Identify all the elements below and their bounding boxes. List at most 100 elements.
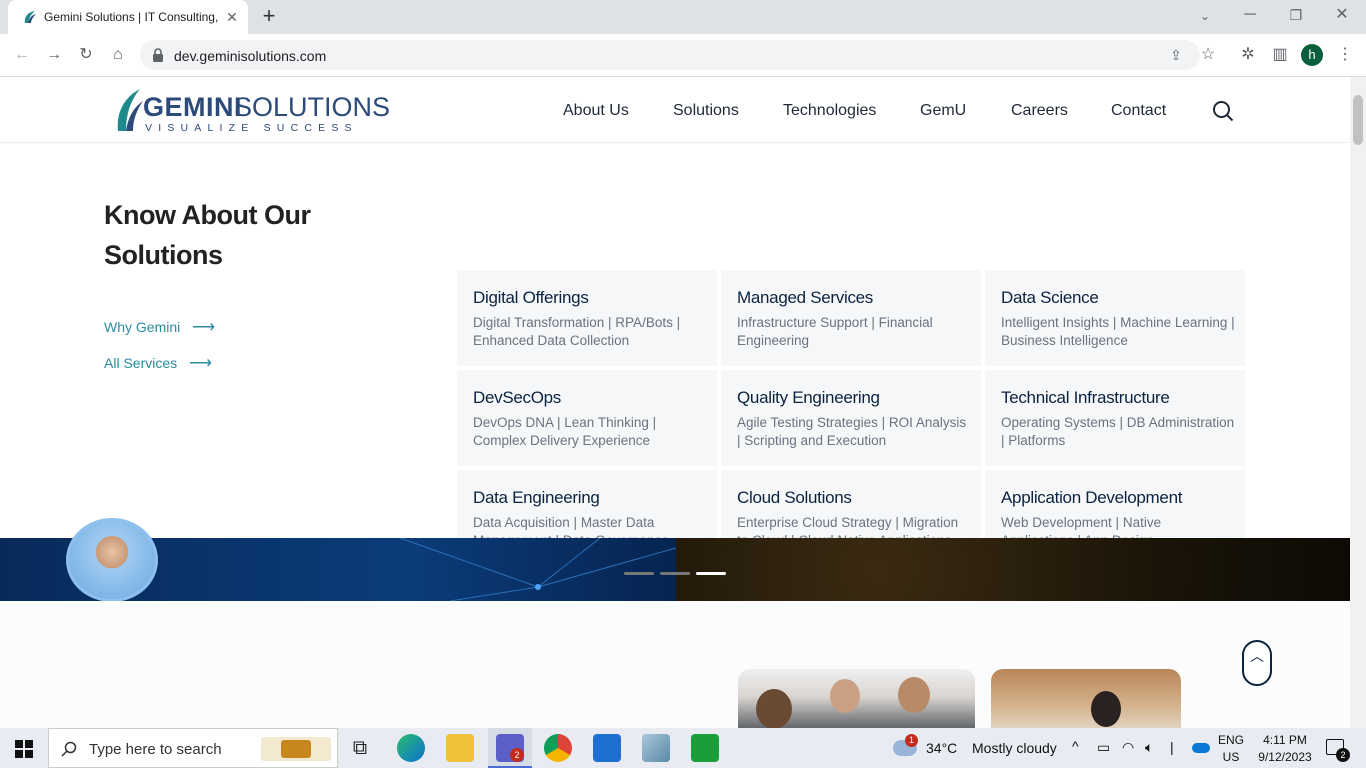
solution-card-data-science[interactable]: Data Science Intelligent Insights | Mach… — [985, 270, 1245, 366]
briefcase-icon — [281, 740, 311, 758]
close-tab-icon[interactable]: ✕ — [220, 7, 244, 27]
carousel-dot-3-active[interactable] — [696, 572, 726, 575]
solution-card-managed-services[interactable]: Managed Services Infrastructure Support … — [721, 270, 981, 366]
reload-icon[interactable]: ↻ — [74, 45, 98, 65]
edge-browser-icon[interactable] — [397, 734, 425, 762]
card-title: Data Science — [1001, 288, 1099, 307]
restore-icon[interactable]: ❐ — [1284, 5, 1308, 25]
logo-text-sub[interactable]: SOLUTIONS — [234, 92, 390, 123]
card-title: Data Engineering — [473, 488, 600, 507]
nav-about-us[interactable]: About Us — [563, 102, 629, 120]
clock[interactable]: 4:11 PM 9/12/2023 — [1254, 733, 1316, 764]
page-scrollbar[interactable] — [1350, 77, 1366, 728]
tab-search-chevron-down-icon[interactable]: ⌄ — [1193, 6, 1217, 26]
solution-card-quality-engineering[interactable]: Quality Engineering Agile Testing Strate… — [721, 370, 981, 466]
file-explorer-icon[interactable] — [446, 734, 474, 762]
card-description: Digital Transformation | RPA/Bots | Enha… — [473, 315, 681, 348]
weather-text[interactable]: Mostly cloudy — [972, 740, 1057, 756]
mega-menu-title: Know About Our Solutions — [104, 200, 311, 270]
app-note-icon[interactable] — [642, 734, 670, 762]
side-panel-icon[interactable]: ▥ — [1268, 45, 1292, 65]
language-indicator[interactable]: ENG US — [1218, 733, 1244, 764]
chrome-menu-icon[interactable]: ⋮ — [1333, 45, 1357, 65]
carousel-dot-1[interactable] — [624, 572, 654, 575]
browser-tab-bar: Gemini Solutions | IT Consulting, ✕ + ⌄ … — [0, 0, 1366, 34]
taskbar-search-box[interactable]: Type here to search — [48, 728, 338, 768]
card-description: DevOps DNA | Lean Thinking | Complex Del… — [473, 415, 657, 448]
nav-gemu[interactable]: GemU — [920, 102, 966, 120]
why-gemini-link[interactable]: Why Gemini ⟶ — [104, 317, 215, 337]
share-icon[interactable]: ⇪ — [1164, 45, 1188, 65]
new-tab-icon[interactable]: + — [257, 5, 281, 27]
wifi-icon[interactable]: ◠ — [1122, 739, 1134, 756]
back-arrow-icon[interactable]: ← — [10, 45, 34, 65]
lang-line-1: ENG — [1218, 733, 1245, 747]
extensions-puzzle-icon[interactable]: ✲ — [1236, 45, 1260, 65]
lower-section: ︿ — [0, 601, 1350, 728]
card-title: Application Development — [1001, 488, 1183, 507]
web-page: GEMINI SOLUTIONS VISUALIZE SUCCESS About… — [0, 77, 1350, 728]
site-favicon-icon — [24, 11, 36, 23]
search-icon[interactable] — [1212, 100, 1234, 122]
card-description: Intelligent Insights | Machine Learning … — [1001, 315, 1235, 348]
teams-badge: 2 — [510, 748, 524, 762]
scroll-to-top-button[interactable]: ︿ — [1242, 640, 1272, 686]
address-bar[interactable]: dev.geminisolutions.com ⇪ ☆ — [140, 40, 1215, 70]
testimonial-avatar — [66, 518, 158, 602]
windows-start-icon[interactable] — [15, 740, 33, 758]
home-icon[interactable]: ⌂ — [106, 45, 130, 65]
windows-taskbar: Type here to search ⧉ 2 1 34°C Mostly cl… — [0, 728, 1366, 768]
volume-icon[interactable]: 🔈︎ — [1145, 739, 1153, 756]
nav-careers[interactable]: Careers — [1011, 102, 1068, 120]
search-highlight-image — [261, 737, 331, 761]
person-head — [756, 689, 792, 728]
nav-solutions[interactable]: Solutions — [673, 102, 739, 120]
chevron-up-icon[interactable]: ^ — [1072, 738, 1079, 754]
card-description: Agile Testing Strategies | ROI Analysis … — [737, 415, 967, 448]
carousel-dot-2[interactable] — [660, 572, 690, 575]
card-title: Managed Services — [737, 288, 873, 307]
solutions-mega-menu: Know About Our Solutions Why Gemini ⟶ Al… — [0, 143, 1350, 566]
all-services-link[interactable]: All Services ⟶ — [104, 353, 212, 373]
profile-avatar[interactable]: h — [1301, 44, 1323, 66]
onedrive-icon[interactable] — [1192, 743, 1210, 753]
lock-icon — [153, 48, 163, 62]
teams-taskbar-item[interactable]: 2 — [488, 728, 532, 768]
tab-title: Gemini Solutions | IT Consulting, — [44, 10, 219, 24]
card-title: Technical Infrastructure — [1001, 388, 1170, 407]
bookmark-star-icon[interactable]: ☆ — [1196, 45, 1220, 65]
logo-tagline: VISUALIZE SUCCESS — [145, 122, 358, 134]
person-head — [898, 677, 930, 713]
person-head — [830, 679, 860, 713]
clock-time: 4:11 PM — [1263, 733, 1307, 747]
browser-tab[interactable]: Gemini Solutions | IT Consulting, ✕ — [8, 0, 248, 34]
solution-card-devsecops[interactable]: DevSecOps DevOps DNA | Lean Thinking | C… — [457, 370, 717, 466]
gemini-logo-leaf-icon[interactable] — [116, 87, 144, 133]
chrome-icon[interactable] — [544, 734, 572, 762]
microphone-icon[interactable]: | — [1170, 739, 1174, 755]
app-play-icon[interactable] — [691, 734, 719, 762]
close-window-icon[interactable]: ✕ — [1330, 5, 1354, 25]
chevron-up-icon: ︿ — [1250, 648, 1264, 664]
nav-contact[interactable]: Contact — [1111, 102, 1166, 120]
task-view-icon[interactable]: ⧉ — [346, 734, 374, 762]
taskbar-search-placeholder: Type here to search — [89, 741, 222, 758]
battery-icon[interactable]: ▭ — [1097, 739, 1110, 756]
solution-card-technical-infrastructure[interactable]: Technical Infrastructure Operating Syste… — [985, 370, 1245, 466]
search-icon — [61, 741, 77, 757]
person-head — [1091, 691, 1121, 727]
minimize-icon[interactable]: ─ — [1238, 5, 1262, 25]
scrollbar-thumb[interactable] — [1353, 95, 1363, 145]
arrow-right-icon: ⟶ — [192, 319, 216, 336]
nav-technologies[interactable]: Technologies — [783, 102, 876, 120]
logo-text-main[interactable]: GEMINI — [143, 92, 242, 123]
site-header: GEMINI SOLUTIONS VISUALIZE SUCCESS About… — [0, 77, 1350, 143]
weather-temp[interactable]: 34°C — [926, 740, 957, 756]
notification-badge: 2 — [1336, 748, 1350, 762]
card-title: DevSecOps — [473, 388, 562, 407]
forward-arrow-icon[interactable]: → — [42, 45, 66, 65]
app-s-icon[interactable] — [593, 734, 621, 762]
hero-slide-office-bg — [676, 538, 1350, 601]
card-title: Digital Offerings — [473, 288, 589, 307]
solution-card-digital-offerings[interactable]: Digital Offerings Digital Transformation… — [457, 270, 717, 366]
